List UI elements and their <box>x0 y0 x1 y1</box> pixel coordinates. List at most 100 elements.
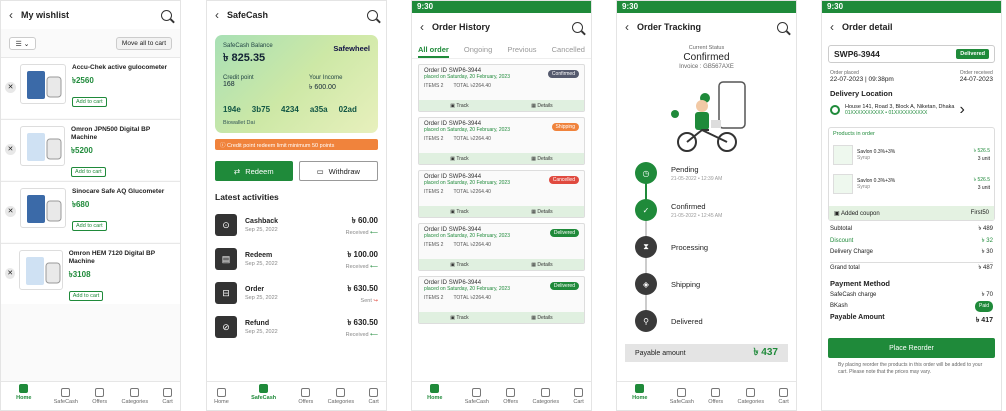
status-badge: Confirmed <box>547 70 579 78</box>
product-price-box: ৳ 526.5 3 unit <box>974 177 990 191</box>
activity-name: Redeem <box>245 251 273 259</box>
nav-item-safecash[interactable]: SafeCash <box>54 387 78 405</box>
details-button[interactable]: ▦ Details <box>531 315 552 321</box>
nav-item-cart[interactable]: Cart <box>162 387 173 405</box>
income-value: ৳ 600.00 <box>309 84 336 91</box>
items-value: 2 <box>440 189 444 195</box>
search-icon[interactable] <box>161 9 172 21</box>
add-to-cart-button[interactable]: Add to cart <box>68 291 104 301</box>
product-price: ৳ 526.5 <box>973 176 990 183</box>
place-reorder-button[interactable]: Place Reorder <box>828 338 995 358</box>
page-title: My wishlist <box>21 10 70 20</box>
order-actions: ▣ Track ▦ Details <box>419 100 584 111</box>
nav-item-categories[interactable]: Categories <box>327 387 355 405</box>
total-value: ৳2264.40 <box>470 189 491 195</box>
nav-item-offers[interactable]: Offers <box>503 387 518 405</box>
add-to-cart-button[interactable]: Add to cart <box>71 167 106 177</box>
activity-info: Refund Sep 25, 2022 <box>245 320 278 335</box>
track-button[interactable]: ▣ Track <box>450 103 468 109</box>
track-button[interactable]: ▣ Track <box>450 156 468 162</box>
items-value: 2 <box>440 295 444 301</box>
remove-icon[interactable]: ✕ <box>5 82 16 93</box>
details-button[interactable]: ▦ Details <box>531 156 552 162</box>
add-to-cart-button[interactable]: Add to cart <box>72 221 107 231</box>
order-card[interactable]: Order ID SWP6-3944 placed on Saturday, 20… <box>418 223 585 271</box>
nav-item-home[interactable]: Home <box>214 387 229 405</box>
nav-item-home[interactable]: Home <box>419 379 450 410</box>
remove-icon[interactable]: ✕ <box>5 144 16 155</box>
nav-item-safecash[interactable]: SafeCash <box>465 387 489 405</box>
safecash-icon <box>677 387 687 397</box>
withdraw-button[interactable]: ▭ Withdraw <box>298 161 378 181</box>
track-button[interactable]: ▣ Track <box>450 262 468 268</box>
page-title: Order Tracking <box>637 22 702 32</box>
step-label: Processing <box>671 242 709 252</box>
nav-item-offers[interactable]: Offers <box>92 387 108 405</box>
step-label: Shipping <box>671 279 701 289</box>
total-label: TOTAL <box>453 189 469 195</box>
nav-label: Offers <box>92 398 108 405</box>
tab-cancelled[interactable]: Cancelled <box>552 45 585 58</box>
move-all-button[interactable]: Move all to cart <box>115 37 172 50</box>
back-icon[interactable]: ‹ <box>625 20 629 34</box>
order-card[interactable]: Order ID SWP6-3944 placed on Saturday, 20… <box>418 170 585 218</box>
code: 4234 <box>281 105 299 114</box>
track-button[interactable]: ▣ Track <box>450 315 468 321</box>
nav-item-safecash[interactable]: SafeCash <box>243 379 284 410</box>
details-button[interactable]: ▦ Details <box>531 262 552 268</box>
order-card[interactable]: Order ID SWP6-3944 placed on Saturday, 20… <box>418 276 585 324</box>
nav-label: Categories <box>327 398 355 405</box>
search-icon[interactable] <box>777 21 788 33</box>
add-to-cart-button[interactable]: Add to cart <box>72 97 107 107</box>
back-icon[interactable]: ‹ <box>830 20 834 34</box>
details-button[interactable]: ▦ Details <box>531 209 552 215</box>
nav-item-offers[interactable]: Offers <box>708 387 723 405</box>
product-price: ৳3108 <box>68 270 91 279</box>
back-icon[interactable]: ‹ <box>420 20 424 34</box>
tab-ongoing[interactable]: Ongoing <box>464 45 492 58</box>
tab-all-order[interactable]: All order <box>418 45 449 58</box>
remove-icon[interactable]: ✕ <box>5 206 16 217</box>
order-card[interactable]: Order ID SWP6-3944 placed on Saturday, 20… <box>418 117 585 165</box>
card-caption: Biowallet Dai <box>223 120 255 126</box>
payable-label: Payable amount <box>635 349 686 357</box>
filter-button[interactable]: ☰ ⌄ <box>9 37 36 50</box>
track-button[interactable]: ▣ Track <box>450 209 468 215</box>
timeline-step: ⧗ Processing <box>635 236 708 258</box>
items: ITEMS 2 <box>424 242 443 250</box>
nav-item-categories[interactable]: Categories <box>737 387 764 405</box>
tab-previous[interactable]: Previous <box>507 45 536 58</box>
activity-info: Order Sep 25, 2022 <box>245 286 278 301</box>
timeline-step: ◷ Pending 21-05-2022 • 12:39 AM <box>635 162 722 184</box>
items: ITEMS 2 <box>424 189 443 197</box>
status-text: Sent <box>360 297 372 304</box>
nav-item-cart[interactable]: Cart <box>778 387 789 405</box>
nav-item-safecash[interactable]: SafeCash <box>670 387 694 405</box>
remove-icon[interactable]: ✕ <box>5 268 16 279</box>
nav-item-home[interactable]: Home <box>624 379 655 410</box>
order-card[interactable]: Order ID SWP6-3944 placed on Saturday, 20… <box>418 64 585 112</box>
nav-item-categories[interactable]: Categories <box>532 387 559 405</box>
search-icon[interactable] <box>572 21 583 33</box>
latest-activities-title: Latest activities <box>215 192 279 202</box>
nav-item-home[interactable]: Home <box>8 379 39 410</box>
wishlist-item: ✕ Omron HEM 7120 Digital BP Machine ৳3108 A… <box>1 243 180 304</box>
nav-item-offers[interactable]: Offers <box>298 387 313 405</box>
product-type: Syrup <box>857 154 871 161</box>
activity-date: Sep 25, 2022 <box>245 226 278 233</box>
details-button[interactable]: ▦ Details <box>531 103 552 109</box>
back-icon[interactable]: ‹ <box>9 8 13 22</box>
nav-item-categories[interactable]: Categories <box>121 387 148 405</box>
nav-item-cart[interactable]: Cart <box>573 387 584 405</box>
redeem-button[interactable]: ⇄ Redeem <box>215 161 293 181</box>
categories-icon <box>130 387 140 397</box>
back-icon[interactable]: ‹ <box>215 8 219 22</box>
withdraw-label: Withdraw <box>328 166 360 176</box>
order-id: SWP6-3944 <box>834 49 880 59</box>
address-row[interactable]: House 141, Road 3, Block A, Niketan, Dha… <box>822 101 1001 119</box>
search-icon[interactable] <box>367 9 378 21</box>
activity-amount: ৳ 60.00 <box>351 215 378 225</box>
nav-item-cart[interactable]: Cart <box>368 387 379 405</box>
items: ITEMS 2 <box>424 136 443 144</box>
summary-label: Grand total <box>830 264 860 271</box>
